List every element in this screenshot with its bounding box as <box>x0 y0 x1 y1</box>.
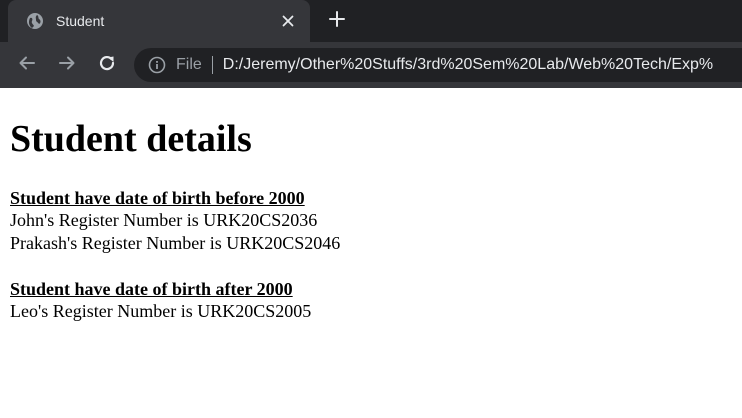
tab-strip: Student <box>0 0 742 42</box>
student-entry: Prakash's Register Number is URK20CS2046 <box>10 233 341 253</box>
url-text[interactable]: D:/Jeremy/Other%20Stuffs/3rd%20Sem%20Lab… <box>223 56 713 74</box>
toolbar: File D:/Jeremy/Other%20Stuffs/3rd%20Sem%… <box>0 42 742 88</box>
scheme-label: File <box>176 56 202 73</box>
reload-button[interactable] <box>95 53 119 77</box>
tab-student[interactable]: Student <box>8 0 310 42</box>
tab-title: Student <box>56 13 105 29</box>
section-heading: Student have date of birth before 2000 <box>10 188 305 208</box>
browser-window: Student File D:/Jeremy/Other%20Stuffs/3r… <box>0 0 742 418</box>
section-heading: Student have date of birth after 2000 <box>10 279 293 299</box>
close-icon[interactable] <box>278 11 298 31</box>
globe-icon <box>26 12 44 30</box>
info-icon[interactable] <box>148 56 166 74</box>
student-entry: Leo's Register Number is URK20CS2005 <box>10 301 312 321</box>
url-separator <box>211 56 213 74</box>
section-after-2000: Student have date of birth after 2000 Le… <box>10 278 732 323</box>
forward-button[interactable] <box>55 53 79 77</box>
arrow-left-icon <box>18 54 36 77</box>
section-before-2000: Student have date of birth before 2000 J… <box>10 187 732 255</box>
page-title: Student details <box>10 118 252 160</box>
page-content: Student details Student have date of bir… <box>0 117 742 323</box>
arrow-right-icon <box>58 54 76 77</box>
new-tab-button[interactable] <box>326 10 348 32</box>
reload-icon <box>97 53 117 78</box>
back-button[interactable] <box>15 53 39 77</box>
plus-icon <box>329 10 345 32</box>
student-entry: John's Register Number is URK20CS2036 <box>10 210 318 230</box>
address-bar[interactable]: File D:/Jeremy/Other%20Stuffs/3rd%20Sem%… <box>134 48 742 82</box>
